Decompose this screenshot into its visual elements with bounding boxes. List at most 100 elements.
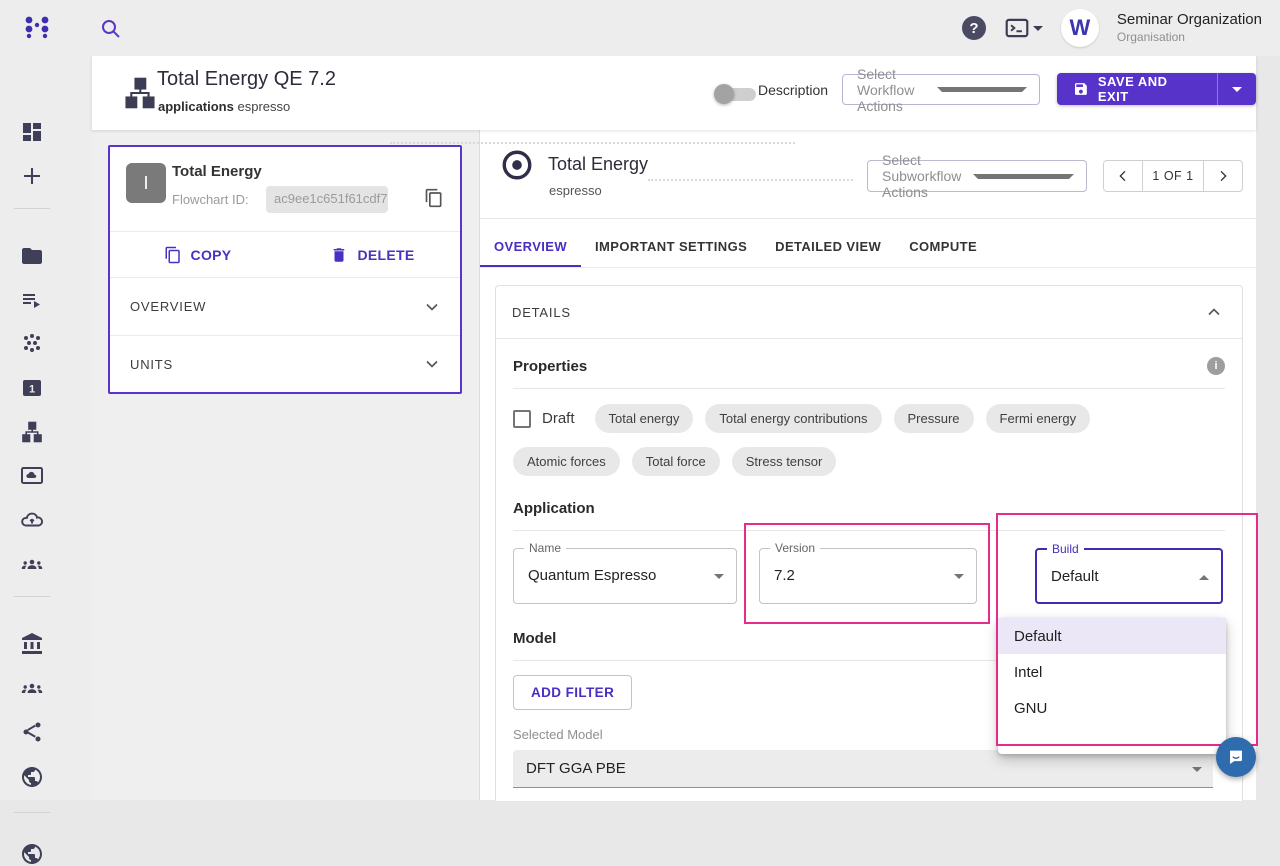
pager-count: 1 OF 1 xyxy=(1142,161,1204,191)
property-chip[interactable]: Stress tensor xyxy=(732,447,837,476)
property-chip[interactable]: Total energy xyxy=(595,404,694,433)
workflow-subtitle-label: applications xyxy=(158,99,234,114)
chevron-down-icon xyxy=(714,574,724,579)
property-chip[interactable]: Total energy contributions xyxy=(705,404,881,433)
share-icon[interactable] xyxy=(20,720,44,744)
chevron-up-icon xyxy=(1199,575,1209,580)
copy-button[interactable]: COPY xyxy=(110,232,285,277)
subworkflow-actions-select[interactable]: Select Subworkflow Actions xyxy=(867,160,1087,192)
folder-icon[interactable] xyxy=(20,244,44,268)
team-icon[interactable] xyxy=(20,552,44,576)
org-switcher[interactable]: Seminar Organization Organisation xyxy=(1117,11,1262,45)
workflow-subtitle: applications espresso xyxy=(158,99,290,114)
workflow-icon xyxy=(122,75,158,111)
chevron-down-icon xyxy=(954,574,964,579)
accordion-units[interactable]: UNITS xyxy=(110,335,460,392)
flowchart-id-value[interactable]: ac9ee1c651f61cdf7c... xyxy=(266,186,388,213)
build-option-default[interactable]: Default xyxy=(998,618,1226,654)
application-version-select[interactable]: Version 7.2 xyxy=(759,548,977,604)
top-app-bar: ? W Seminar Organization Organisation xyxy=(0,0,1280,56)
application-version-value: 7.2 xyxy=(774,567,795,584)
property-chip[interactable]: Atomic forces xyxy=(513,447,620,476)
tab-compute[interactable]: COMPUTE xyxy=(895,225,991,267)
copy-id-icon[interactable] xyxy=(424,188,444,208)
subworkflow-icon xyxy=(500,148,534,182)
unit-one-icon[interactable]: 1 xyxy=(20,376,44,400)
tab-detailed-view[interactable]: DETAILED VIEW xyxy=(761,225,895,267)
details-section-header[interactable]: DETAILS xyxy=(496,286,1242,339)
chevron-up-icon xyxy=(1204,302,1224,322)
build-dropdown-menu: Default Intel GNU xyxy=(998,618,1226,754)
info-icon[interactable]: i xyxy=(1207,357,1225,375)
property-chip[interactable]: Fermi energy xyxy=(986,404,1091,433)
chevron-down-icon xyxy=(1033,26,1043,31)
property-chip[interactable]: Pressure xyxy=(894,404,974,433)
global-repository-icon[interactable] xyxy=(20,765,44,789)
chat-icon xyxy=(1225,746,1247,768)
application-build-label: Build xyxy=(1047,542,1084,556)
accordion-overview-label: OVERVIEW xyxy=(130,299,206,314)
job-scripts-icon[interactable] xyxy=(20,288,44,312)
subworkflow-title: Total Energy xyxy=(548,154,648,175)
property-chip[interactable]: Total force xyxy=(632,447,720,476)
chevron-down-icon xyxy=(1192,767,1202,772)
collaborators-icon[interactable] xyxy=(20,676,44,700)
help-icon[interactable]: ? xyxy=(962,16,986,40)
add-icon[interactable] xyxy=(20,164,44,188)
application-title: Application xyxy=(513,500,595,517)
build-option-gnu[interactable]: GNU xyxy=(998,690,1226,726)
search-icon[interactable] xyxy=(99,17,123,41)
workflows-icon[interactable] xyxy=(20,420,44,444)
details-title: DETAILS xyxy=(512,305,571,320)
rail-divider xyxy=(14,208,50,209)
avatar[interactable]: W xyxy=(1061,9,1099,47)
description-toggle-label: Description xyxy=(758,82,828,98)
left-nav-rail: 1 xyxy=(0,56,92,800)
draft-checkbox-item[interactable]: Draft xyxy=(513,410,575,428)
add-filter-button[interactable]: ADD FILTER xyxy=(513,675,632,710)
chevron-right-icon xyxy=(1215,168,1231,184)
support-icon[interactable] xyxy=(20,842,44,866)
cloud-upload-icon[interactable] xyxy=(20,508,44,532)
delete-button[interactable]: DELETE xyxy=(285,232,460,277)
accordion-overview[interactable]: OVERVIEW xyxy=(110,278,460,335)
divider xyxy=(513,530,1225,531)
tab-compute-label: COMPUTE xyxy=(909,239,977,254)
application-version-label: Version xyxy=(770,541,820,555)
save-options-dropdown[interactable] xyxy=(1218,73,1256,105)
dashboard-icon[interactable] xyxy=(20,120,44,144)
materials-icon[interactable] xyxy=(20,332,44,356)
save-icon xyxy=(1073,81,1089,97)
rail-divider xyxy=(14,812,50,813)
chevron-down-icon xyxy=(422,354,442,374)
application-build-select[interactable]: Build Default xyxy=(1035,548,1223,604)
build-option-intel[interactable]: Intel xyxy=(998,654,1226,690)
workflow-actions-placeholder: Select Workflow Actions xyxy=(857,66,937,114)
unit-card[interactable]: I Total Energy Flowchart ID: ac9ee1c651f… xyxy=(108,145,462,394)
subworkflow-subtitle: espresso xyxy=(549,183,602,198)
application-name-select[interactable]: Name Quantum Espresso xyxy=(513,548,737,604)
app-logo-icon[interactable] xyxy=(22,13,52,43)
subworkflow-tabs: OVERVIEW IMPORTANT SETTINGS DETAILED VIE… xyxy=(480,225,991,267)
build-option-intel-label: Intel xyxy=(1014,664,1042,681)
tab-important-settings[interactable]: IMPORTANT SETTINGS xyxy=(581,225,761,267)
description-toggle[interactable] xyxy=(714,82,762,106)
remote-desktop-icon[interactable] xyxy=(20,464,44,488)
build-option-gnu-label: GNU xyxy=(1014,700,1047,717)
workflow-header: Total Energy QE 7.2 applications espress… xyxy=(92,56,1256,130)
dev-console-icon[interactable] xyxy=(1004,15,1043,41)
workflow-actions-select[interactable]: Select Workflow Actions xyxy=(842,74,1040,105)
subworkflow-pager: 1 OF 1 xyxy=(1103,160,1243,192)
tab-overview[interactable]: OVERVIEW xyxy=(480,225,581,267)
chat-fab[interactable] xyxy=(1216,737,1256,777)
draft-checkbox[interactable] xyxy=(513,410,531,428)
build-option-default-label: Default xyxy=(1014,628,1062,645)
accordion-units-label: UNITS xyxy=(130,357,173,372)
copy-label: COPY xyxy=(191,247,232,263)
pager-next-button[interactable] xyxy=(1204,161,1242,191)
pager-prev-button[interactable] xyxy=(1104,161,1142,191)
save-and-exit-button[interactable]: SAVE AND EXIT xyxy=(1057,73,1218,105)
institution-icon[interactable] xyxy=(20,632,44,656)
selected-model-select[interactable]: DFT GGA PBE xyxy=(513,750,1213,788)
save-and-exit-label: SAVE AND EXIT xyxy=(1098,74,1202,104)
